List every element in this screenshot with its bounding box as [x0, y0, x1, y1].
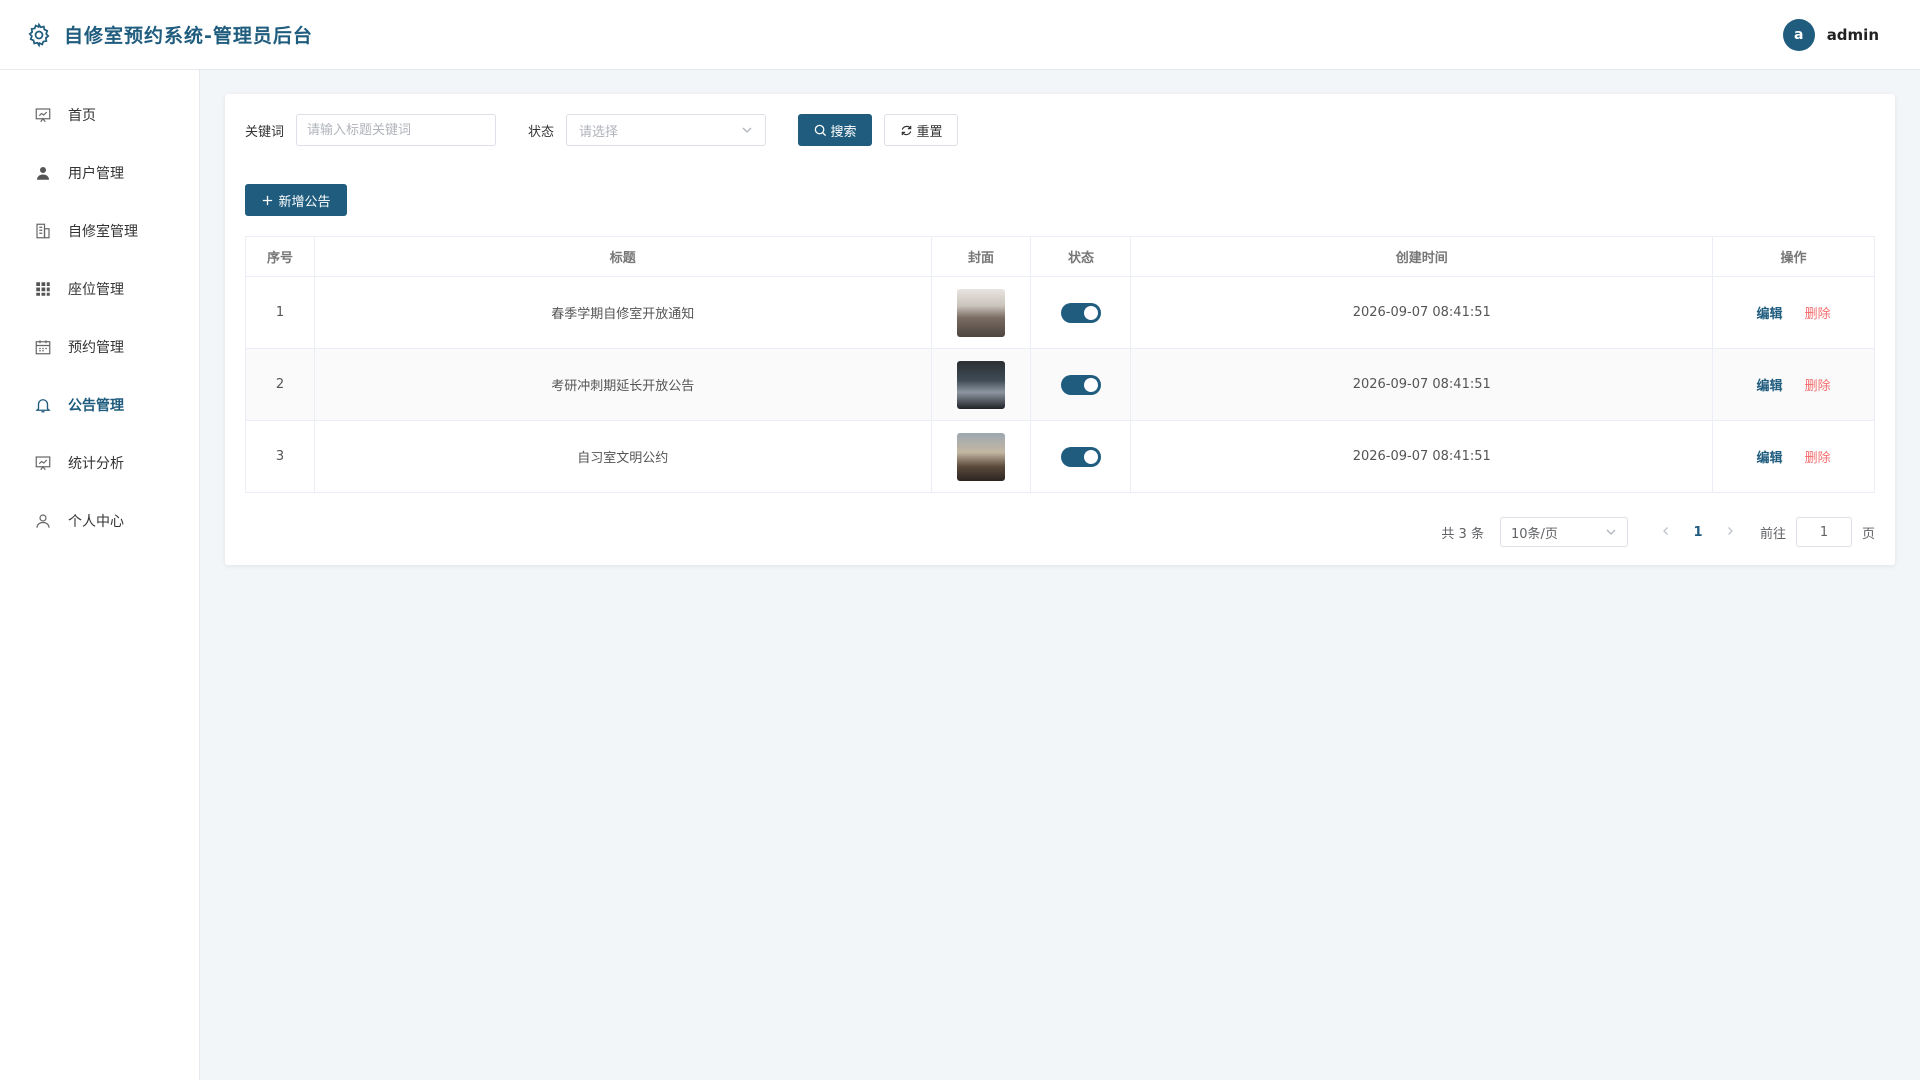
row-index: 1: [245, 276, 315, 349]
edit-link[interactable]: 编辑: [1756, 307, 1782, 322]
brand: 自修室预约系统-管理员后台: [26, 21, 313, 48]
sidebar-item-users[interactable]: 用户管理: [0, 144, 199, 202]
chart-board-icon: [35, 456, 51, 471]
page-size-select[interactable]: 10条/页: [1499, 517, 1628, 547]
sidebar-item-announcements[interactable]: 公告管理: [0, 376, 199, 434]
avatar[interactable]: a: [1782, 18, 1815, 51]
announcement-table: 序号 标题 封面 状态 创建时间 操作 1 春季学期自修室开放通知 2026-0…: [245, 236, 1875, 493]
status-select[interactable]: 请选择: [566, 114, 767, 146]
column-header-status: 状态: [1030, 236, 1132, 277]
building-icon: [36, 223, 50, 239]
search-icon: [814, 124, 826, 136]
calendar-icon: [35, 340, 51, 355]
announcement-panel: 关键词 状态 请选择 搜索 重置 新增公告 序号 标题: [225, 94, 1895, 565]
column-header-index: 序号: [245, 236, 315, 277]
table-row: 3 自习室文明公约 2026-09-07 08:41:51 编辑 删除: [245, 420, 1875, 493]
delete-link[interactable]: 删除: [1805, 379, 1831, 394]
keyword-input[interactable]: [296, 114, 497, 146]
jump-label: 前往: [1759, 526, 1786, 542]
chevron-left-icon: [1663, 526, 1668, 535]
row-title: 春季学期自修室开放通知: [313, 276, 932, 349]
page-number-current[interactable]: 1: [1682, 525, 1714, 540]
edit-link[interactable]: 编辑: [1756, 451, 1782, 466]
gear-icon: [28, 21, 50, 48]
chart-board-icon: [35, 108, 51, 123]
sidebar-item-label: 首页: [68, 108, 96, 124]
sidebar-item-seats[interactable]: 座位管理: [0, 260, 199, 318]
cover-thumbnail[interactable]: [957, 432, 1005, 481]
jump-page-input[interactable]: [1795, 517, 1852, 547]
sidebar-item-label: 统计分析: [68, 456, 124, 472]
sidebar-item-rooms[interactable]: 自修室管理: [0, 202, 199, 260]
cover-thumbnail[interactable]: [957, 288, 1005, 337]
add-announcement-button[interactable]: 新增公告: [245, 184, 347, 216]
delete-link[interactable]: 删除: [1805, 451, 1831, 466]
row-title: 考研冲刺期延长开放公告: [313, 348, 932, 421]
person-icon: [36, 514, 50, 528]
filter-bar: 关键词 状态 请选择 搜索 重置: [245, 114, 1875, 146]
top-header: 自修室预约系统-管理员后台 a admin: [0, 0, 1920, 70]
next-page-button[interactable]: [1714, 525, 1746, 540]
column-header-created: 创建时间: [1130, 236, 1714, 277]
status-placeholder: 请选择: [579, 124, 619, 140]
reset-button-label: 重置: [916, 124, 943, 140]
prev-page-button[interactable]: [1650, 525, 1682, 540]
status-toggle[interactable]: [1060, 374, 1101, 395]
status-toggle[interactable]: [1060, 446, 1101, 467]
refresh-icon: [901, 125, 911, 135]
row-title: 自习室文明公约: [313, 420, 932, 493]
sidebar-item-statistics[interactable]: 统计分析: [0, 434, 199, 492]
sidebar-item-label: 座位管理: [68, 282, 124, 298]
chevron-down-icon: [742, 127, 752, 133]
chevron-down-icon: [1606, 529, 1616, 535]
delete-link[interactable]: 删除: [1805, 307, 1831, 322]
add-announcement-label: 新增公告: [278, 194, 331, 210]
sidebar-item-profile[interactable]: 个人中心: [0, 492, 199, 550]
plus-icon: [263, 195, 273, 205]
username[interactable]: admin: [1827, 26, 1879, 44]
chevron-right-icon: [1728, 526, 1733, 535]
table-row: 1 春季学期自修室开放通知 2026-09-07 08:41:51 编辑 删除: [245, 276, 1875, 349]
row-created-time: 2026-09-07 08:41:51: [1130, 276, 1714, 349]
reset-button[interactable]: 重置: [884, 114, 959, 146]
bell-icon: [35, 399, 51, 413]
sidebar-item-reservations[interactable]: 预约管理: [0, 318, 199, 376]
row-index: 3: [245, 420, 315, 493]
table-header-row: 序号 标题 封面 状态 创建时间 操作: [245, 236, 1875, 277]
column-header-title: 标题: [313, 236, 932, 277]
table-row: 2 考研冲刺期延长开放公告 2026-09-07 08:41:51 编辑 删除: [245, 348, 1875, 421]
sidebar-item-home[interactable]: 首页: [0, 86, 199, 144]
cover-thumbnail[interactable]: [957, 360, 1005, 409]
user-menu[interactable]: a admin: [1782, 18, 1879, 51]
row-created-time: 2026-09-07 08:41:51: [1130, 420, 1714, 493]
total-count: 共 3 条: [1441, 526, 1484, 542]
status-label: 状态: [528, 124, 555, 140]
search-button[interactable]: 搜索: [798, 114, 873, 146]
keyword-label: 关键词: [245, 124, 285, 140]
page-suffix: 页: [1861, 526, 1875, 542]
row-index: 2: [245, 348, 315, 421]
sidebar-item-label: 预约管理: [68, 340, 124, 356]
sidebar-item-label: 用户管理: [68, 166, 124, 182]
sidebar-item-label: 公告管理: [68, 398, 124, 414]
page-size-value: 10条/页: [1510, 526, 1558, 542]
edit-link[interactable]: 编辑: [1756, 379, 1782, 394]
toolbar: 新增公告: [245, 184, 1875, 216]
grid-icon: [36, 282, 50, 296]
app-title: 自修室预约系统-管理员后台: [64, 25, 313, 47]
pagination: 共 3 条 10条/页 1 前往 页: [245, 517, 1875, 547]
sidebar-item-label: 个人中心: [68, 514, 124, 530]
column-header-cover: 封面: [930, 236, 1032, 277]
row-created-time: 2026-09-07 08:41:51: [1130, 348, 1714, 421]
status-toggle[interactable]: [1060, 302, 1101, 323]
user-icon: [37, 167, 49, 180]
sidebar-item-label: 自修室管理: [68, 224, 138, 240]
search-button-label: 搜索: [830, 124, 857, 140]
column-header-actions: 操作: [1712, 236, 1875, 277]
sidebar: 首页 用户管理 自修室管理 座位管理 预约管理 公告管理 统计分析 个人中心: [0, 70, 200, 1080]
